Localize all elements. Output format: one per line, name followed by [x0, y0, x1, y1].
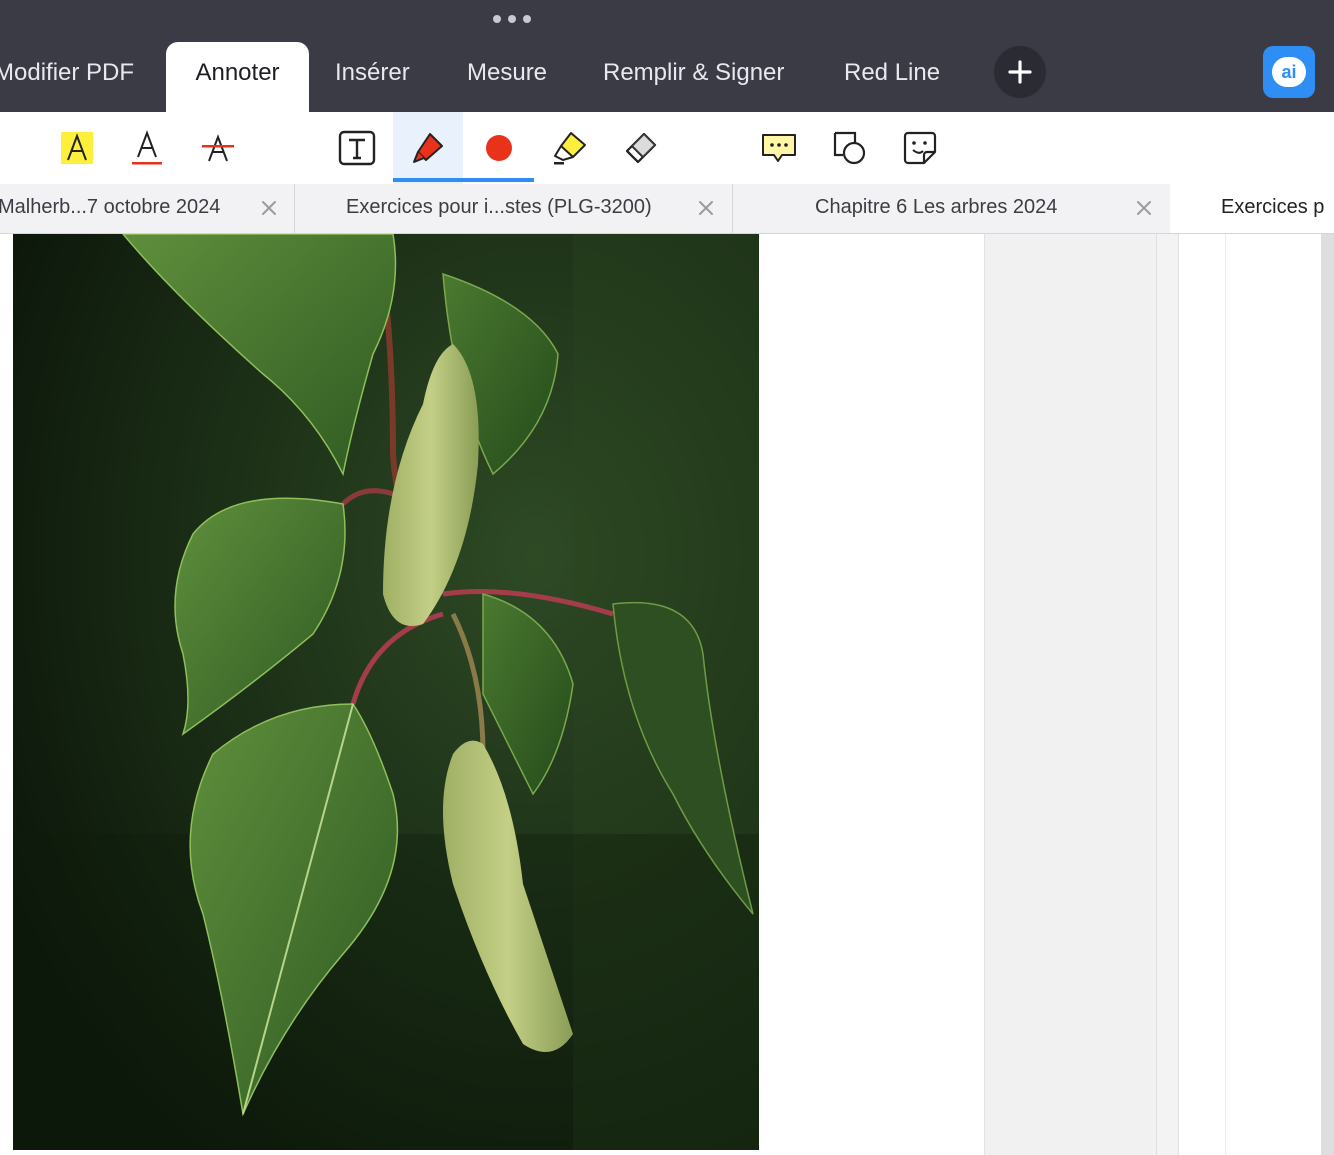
- close-icon[interactable]: [1135, 199, 1153, 217]
- page-edge: [1225, 234, 1226, 1155]
- document-tab[interactable]: Chapitre 6 Les arbres 2024: [732, 184, 1171, 233]
- pen-color-tool[interactable]: [464, 112, 534, 184]
- annotation-toolbar: [0, 112, 1334, 185]
- document-tab-label: Malherb...7 octobre 2024: [0, 196, 221, 218]
- text-strikethrough-icon: [202, 134, 234, 162]
- tab-inserer[interactable]: Insérer: [335, 42, 410, 112]
- document-tab-label: Chapitre 6 Les arbres 2024: [815, 196, 1058, 218]
- text-box-icon: [338, 130, 376, 166]
- text-box-tool[interactable]: [322, 112, 392, 184]
- document-tab-label: Exercices pour i...stes (PLG-3200): [346, 196, 652, 218]
- add-tab-button[interactable]: [994, 46, 1046, 98]
- birch-branch-photo: [13, 234, 759, 1150]
- close-icon[interactable]: [260, 199, 278, 217]
- highlighter-tool[interactable]: [535, 112, 605, 184]
- text-highlight-icon: [61, 132, 93, 164]
- text-highlight-tool[interactable]: [42, 112, 112, 184]
- top-menu-bar: Modifier PDF Annoter Insérer Mesure Remp…: [0, 0, 1334, 112]
- eraser-icon: [625, 132, 657, 164]
- document-tab-current[interactable]: Exercices p: [1170, 184, 1334, 233]
- document-tab[interactable]: Malherb...7 octobre 2024: [0, 184, 295, 233]
- vertical-scrollbar[interactable]: [1321, 234, 1334, 1155]
- document-tabs-bar: Malherb...7 octobre 2024 Exercices pour …: [0, 184, 1334, 234]
- tab-modifier-pdf[interactable]: Modifier PDF: [0, 42, 134, 112]
- pen-icon: [413, 133, 443, 163]
- comment-tool[interactable]: [744, 112, 814, 184]
- page-gutter: [1156, 234, 1179, 1155]
- document-viewer[interactable]: [0, 234, 1334, 1155]
- sticker-tool[interactable]: [885, 112, 955, 184]
- shapes-icon: [833, 131, 866, 165]
- window-grabber[interactable]: [493, 14, 531, 24]
- text-underline-icon: [132, 130, 162, 165]
- selected-tool-indicator: [393, 178, 534, 182]
- tab-annoter[interactable]: Annoter: [166, 42, 309, 112]
- comment-icon: [762, 134, 796, 162]
- pdf-editor-window: Modifier PDF Annoter Insérer Mesure Remp…: [0, 0, 1334, 1155]
- sticker-icon: [903, 131, 937, 165]
- plus-icon: [1008, 60, 1032, 84]
- document-tab-label: Exercices p: [1221, 196, 1325, 218]
- ai-assistant-button[interactable]: ai: [1263, 46, 1315, 98]
- page-gutter: [984, 234, 1157, 1155]
- close-icon[interactable]: [697, 199, 715, 217]
- eraser-tool[interactable]: [605, 112, 675, 184]
- pen-tool[interactable]: [393, 112, 463, 184]
- ai-label: ai: [1272, 57, 1306, 87]
- shapes-tool[interactable]: [814, 112, 884, 184]
- text-underline-tool[interactable]: [112, 112, 182, 184]
- tab-remplir-signer[interactable]: Remplir & Signer: [603, 42, 784, 112]
- highlighter-icon: [554, 132, 586, 165]
- color-dot-icon: [486, 135, 512, 161]
- tab-red-line[interactable]: Red Line: [844, 42, 940, 112]
- text-strikethrough-tool[interactable]: [183, 112, 253, 184]
- tab-mesure[interactable]: Mesure: [467, 42, 547, 112]
- document-tab[interactable]: Exercices pour i...stes (PLG-3200): [294, 184, 733, 233]
